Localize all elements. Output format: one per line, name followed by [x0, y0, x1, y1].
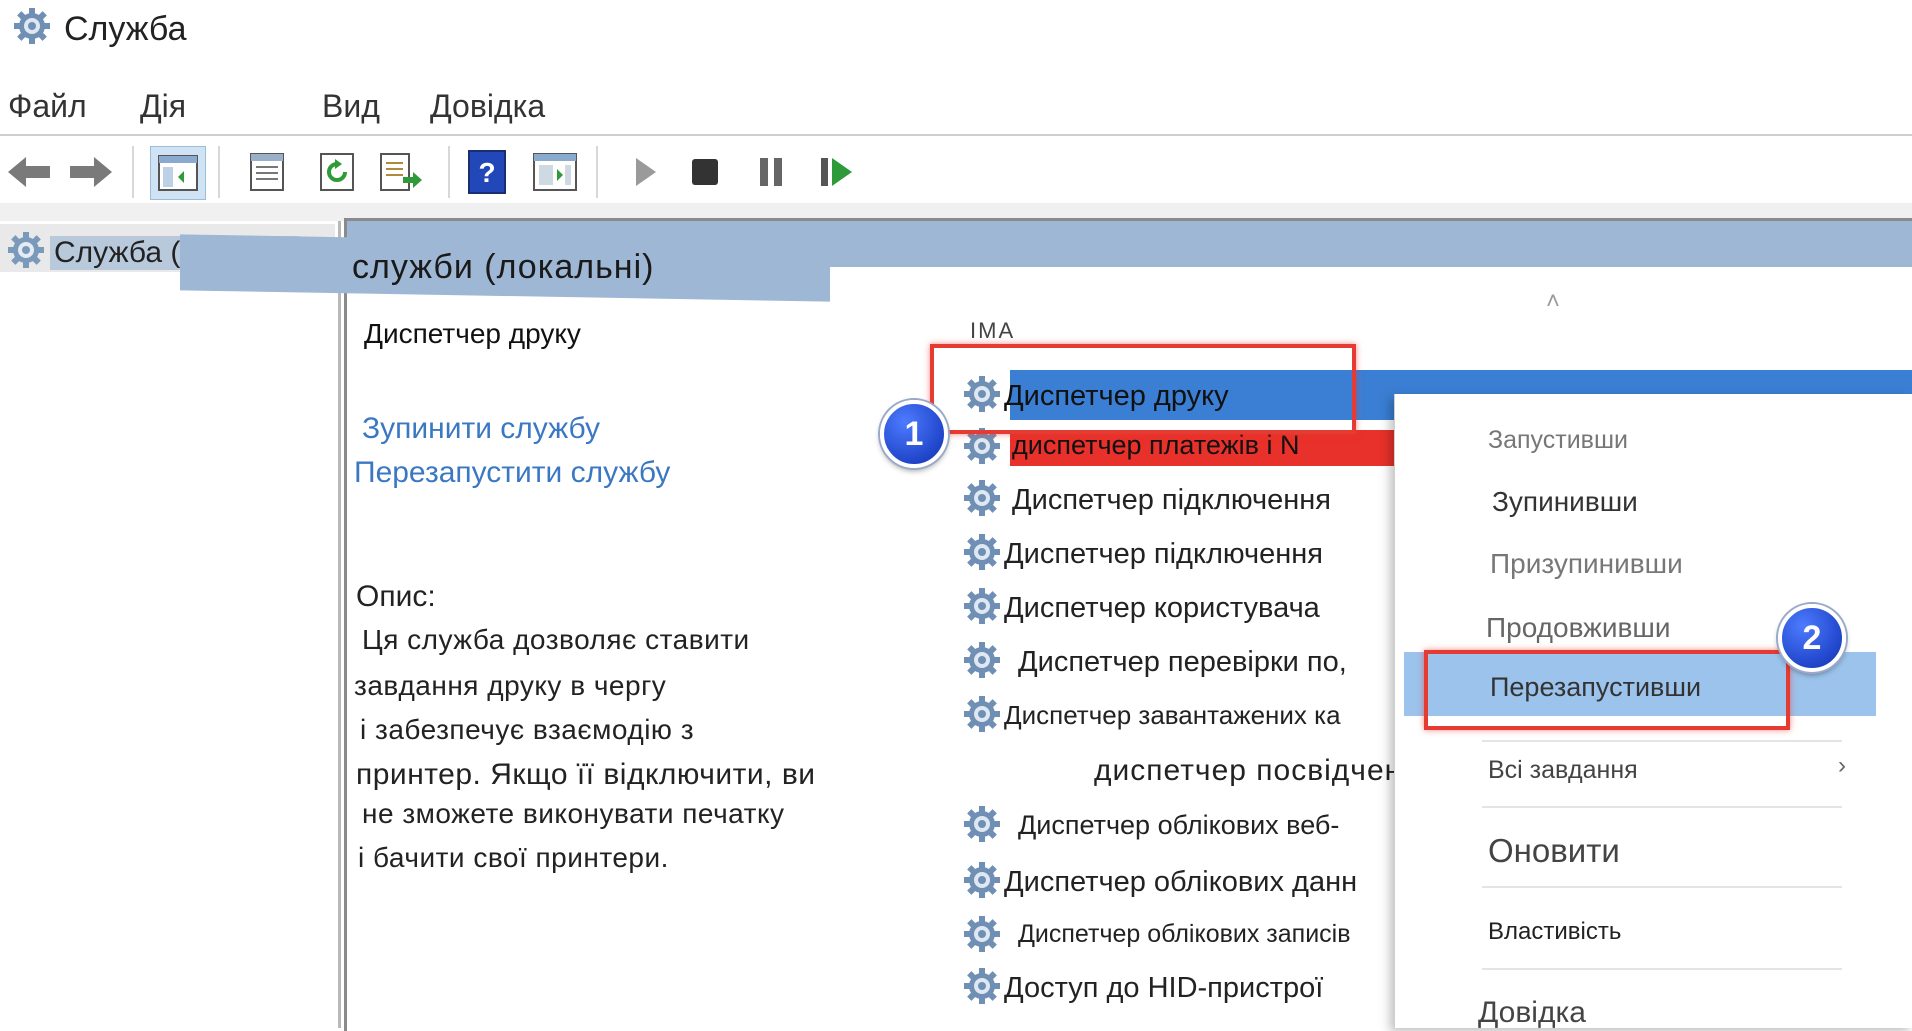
- menu-help[interactable]: Довідка: [430, 88, 545, 125]
- service-gear-icon: [964, 588, 1000, 624]
- menu-divider: [0, 134, 1912, 136]
- service-row-label: Диспетчер користувача: [1004, 592, 1320, 624]
- service-gear-icon: [964, 968, 1000, 1004]
- toolbar-divider: [218, 146, 220, 198]
- callout-badge-2: 2: [1778, 604, 1846, 672]
- stop-service-link[interactable]: Зупинити службу: [362, 412, 600, 446]
- context-menu-refresh[interactable]: Оновити: [1488, 832, 1620, 870]
- callout-box-restart: [1424, 650, 1790, 730]
- svg-text:?: ?: [478, 157, 495, 188]
- description-line: Ця служба дозволяє ставити: [362, 624, 750, 655]
- help-icon[interactable]: ?: [460, 146, 514, 198]
- submenu-arrow-icon: ›: [1838, 752, 1846, 779]
- service-row-label: Диспетчер перевірки по,: [1018, 646, 1347, 678]
- context-menu-pause[interactable]: Призупинивши: [1490, 548, 1683, 580]
- context-menu-help[interactable]: Довідка: [1478, 996, 1586, 1030]
- description-line: і бачити свої принтери.: [358, 842, 669, 873]
- services-gear-icon: [14, 8, 50, 44]
- pause-icon[interactable]: [744, 146, 798, 198]
- callout-badge-1: 1: [880, 400, 948, 468]
- context-menu-resume[interactable]: Продовживши: [1486, 612, 1670, 644]
- service-gear-icon: [964, 862, 1000, 898]
- window-title: Служба: [64, 10, 187, 48]
- resume-icon[interactable]: [810, 146, 864, 198]
- service-row-label: Диспетчер завантажених ка: [1004, 700, 1341, 730]
- selected-service-name: Диспетчер друку: [364, 318, 581, 349]
- context-menu-divider: [1482, 886, 1842, 888]
- context-menu-start[interactable]: Запустивши: [1488, 426, 1628, 455]
- description-line: завдання друку в чергу: [354, 670, 667, 701]
- restart-service-link[interactable]: Перезапустити службу: [354, 456, 670, 490]
- service-gear-icon: [964, 642, 1000, 678]
- column-header-name[interactable]: IMA: [970, 318, 1015, 344]
- menu-file[interactable]: Файл: [8, 88, 87, 125]
- stop-icon[interactable]: [678, 146, 732, 198]
- forward-arrow-icon[interactable]: [64, 146, 118, 198]
- refresh-icon[interactable]: [310, 146, 364, 198]
- description-line: і забезпечує взаємодію з: [360, 714, 695, 745]
- sort-caret-icon: ˄: [1546, 288, 1561, 315]
- back-arrow-icon[interactable]: [2, 146, 56, 198]
- pane-title: служби (локальні): [352, 248, 655, 286]
- description-line: не зможете виконувати печатку: [362, 798, 785, 829]
- services-gear-icon: [8, 232, 44, 268]
- context-menu-divider: [1482, 806, 1842, 808]
- service-row-label: Диспетчер облікових записів: [1018, 920, 1351, 948]
- context-menu-properties[interactable]: Властивість: [1488, 918, 1621, 946]
- console-tree-icon[interactable]: [150, 146, 206, 200]
- start-icon[interactable]: [618, 146, 672, 198]
- service-row-label: диспетчер платежів і N: [1012, 430, 1300, 460]
- service-row-label: Диспетчер облікових веб-: [1018, 810, 1340, 840]
- context-menu-all-tasks[interactable]: Всі завдання: [1488, 756, 1638, 785]
- service-row-label: Доступ до HID-пристрої: [1004, 972, 1324, 1004]
- callout-box-selected-service: [930, 344, 1356, 434]
- service-gear-icon: [964, 534, 1000, 570]
- export-list-icon[interactable]: [374, 146, 428, 198]
- context-menu-divider: [1482, 740, 1842, 742]
- service-gear-icon: [964, 696, 1000, 732]
- toolbar-divider: [132, 146, 134, 198]
- service-row-label: Диспетчер підключення: [1004, 538, 1323, 570]
- show-hide-pane-icon[interactable]: [528, 146, 582, 198]
- service-gear-icon: [964, 480, 1000, 516]
- service-gear-icon: [964, 916, 1000, 952]
- context-menu-stop[interactable]: Зупинивши: [1492, 486, 1638, 518]
- menu-action[interactable]: Дія: [140, 88, 186, 125]
- title-bar: Служба: [0, 0, 1912, 62]
- toolbar-divider: [448, 146, 450, 198]
- service-row-label: Диспетчер облікових данн: [1004, 866, 1358, 898]
- toolbar-divider: [596, 146, 598, 198]
- service-gear-icon: [964, 806, 1000, 842]
- context-menu-divider: [1482, 968, 1842, 970]
- description-heading: Опис:: [356, 580, 436, 613]
- description-line: принтер. Якщо її відключити, ви: [356, 758, 816, 791]
- menu-view[interactable]: Вид: [322, 88, 380, 125]
- console-tree-pane: [0, 221, 341, 1028]
- properties-icon[interactable]: [240, 146, 294, 198]
- service-row-label: Диспетчер підключення: [1012, 484, 1331, 516]
